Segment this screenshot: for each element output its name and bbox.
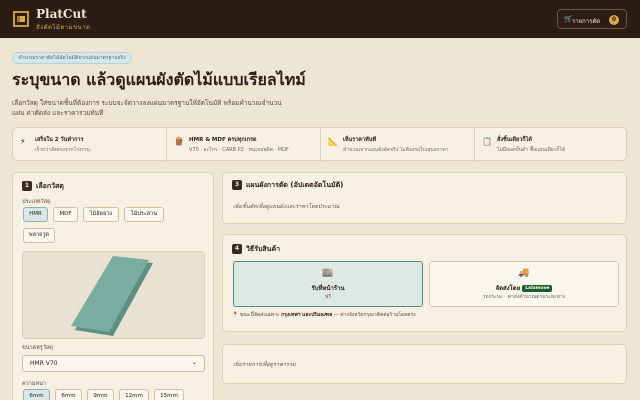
thickness-option[interactable]: 12mm bbox=[119, 389, 149, 400]
step-number: 3 bbox=[232, 180, 242, 190]
thickness-label: ความหนา bbox=[22, 381, 46, 387]
feature-title: สั่งชิ้นเดียวก็ได้ bbox=[497, 137, 532, 143]
cut-list-button[interactable]: 🛒 รายการตัด 0 bbox=[557, 9, 627, 29]
stack-icon: 🪵 bbox=[174, 137, 184, 146]
feature-desc: คำนวณจากแผนผังตัดจริง ไม่ต้องรอใบเสนอราค… bbox=[343, 147, 449, 153]
material-card: 1 เลือกวัสดุ ประเภทวัสดุ HMR MDF ไม้อัดย… bbox=[12, 172, 214, 400]
material-type-label: ประเภทวัสดุ bbox=[22, 199, 51, 205]
cut-layout-empty-note: เพิ่มชิ้นตัดเพื่อดูแผนผังและราคาโดยประมา… bbox=[233, 204, 340, 210]
lalamove-badge: Lalamove bbox=[522, 285, 553, 292]
feature-desc: V70 · อะไกร · CARB P2 · ทนเหลพลิต · MDF bbox=[189, 147, 289, 153]
pickup-price: ฟรี bbox=[324, 294, 332, 300]
delivery-title: วิธีรับสินค้า bbox=[246, 245, 281, 253]
material-grade-label: ขนาดหรูวัสดุ bbox=[22, 345, 53, 351]
features-strip: ⚡ เสร็จใน 2 วันทำการ เร็วกว่าสั่งตรงจากโ… bbox=[12, 127, 627, 162]
pin-icon: 📍 bbox=[232, 312, 239, 318]
cut-list-label: รายการตัด bbox=[572, 18, 601, 25]
material-grade-value: HMR V70 bbox=[30, 360, 58, 367]
delivery-option-sub: รถกระบะ · ค่าส่งคำนวณตามระยะทาง bbox=[482, 294, 566, 300]
delivery-option-label: จัดส่งโดย bbox=[495, 285, 521, 292]
chevron-down-icon: ⌄ bbox=[191, 359, 197, 366]
thickness-option[interactable]: 15mm bbox=[154, 389, 184, 400]
material-preview-image bbox=[22, 251, 205, 339]
truck-icon: 🚚 bbox=[518, 268, 530, 278]
thickness-option[interactable]: 6mm bbox=[23, 389, 50, 400]
note-prefix: ขณะนี้จัดส่งเฉพาะ bbox=[239, 312, 280, 318]
material-card-title: เลือกวัสดุ bbox=[36, 182, 64, 190]
step-number: 4 bbox=[232, 244, 242, 254]
feature-item: 📋 สั่งชิ้นเดียวก็ได้ ไม่มียอดขั้นต่ำ ซื้… bbox=[475, 128, 626, 162]
hero-pill: คำนวณราคาตัดไม้อัตโนมัติจากแผ่นมาตรฐานจร… bbox=[12, 52, 132, 64]
delivery-card: 4 วิธีรับสินค้า 🏬 รับที่หน้าร้าน ฟรี 🚚 จ… bbox=[222, 234, 627, 332]
platcut-logo-icon[interactable] bbox=[13, 11, 29, 27]
store-icon: 🏬 bbox=[322, 268, 334, 278]
delivery-option-title: จัดส่งโดย Lalamove bbox=[430, 283, 618, 293]
note-area: กรุงเทพฯ และปริมณฑล bbox=[281, 312, 333, 318]
summary-empty-note: เพิ่มรายการเพื่อดูราคารวม bbox=[233, 362, 296, 368]
material-type-plywood[interactable]: ไม้อัดยาง bbox=[83, 207, 119, 222]
thickness-option[interactable]: 6mm bbox=[55, 389, 82, 400]
note-suffix: — ต่างจังหวัดกรุณาติดต่อร้านโดยตรง bbox=[333, 312, 416, 318]
feature-item: 📐 เห็นราคาทันที คำนวณจากแผนผังตัดจริง ไม… bbox=[321, 128, 475, 162]
material-type-mdf[interactable]: MDF bbox=[53, 207, 78, 222]
feature-title: เสร็จใน 2 วันทำการ bbox=[35, 137, 84, 143]
feature-item: ⚡ เสร็จใน 2 วันทำการ เร็วกว่าสั่งตรงจากโ… bbox=[13, 128, 167, 162]
cut-list-count-badge: 0 bbox=[609, 15, 619, 25]
cut-layout-card: 3 แผนผังการตัด (อัปเดตอัตโนมัติ) เพิ่มชิ… bbox=[222, 172, 627, 224]
hero-subtitle: เลือกวัสดุ ใส่ขนาดชิ้นที่ต้องการ ระบบจะจ… bbox=[12, 99, 282, 117]
feature-title: HMR & MDF ครบทุกเกรด bbox=[189, 137, 257, 143]
page-title: ระบุขนาด แล้วดูแผนผังตัดไม้แบบเรียลไทม์ bbox=[12, 70, 306, 89]
cut-layout-title: แผนผังการตัด (อัปเดตอัตโนมัติ) bbox=[246, 181, 344, 189]
feature-desc: เร็วกว่าสั่งตรงจากโรงงาน bbox=[35, 147, 90, 153]
step-number: 1 bbox=[22, 181, 32, 191]
delivery-option[interactable]: 🚚 จัดส่งโดย Lalamove รถกระบะ · ค่าส่งคำนว… bbox=[429, 261, 619, 307]
material-board-illustration bbox=[71, 256, 153, 336]
pickup-option[interactable]: 🏬 รับที่หน้าร้าน ฟรี bbox=[233, 261, 423, 307]
brand-name[interactable]: PlatCut bbox=[36, 7, 87, 21]
brand-tagline: สั่งตัดไม้ตามขนาด bbox=[36, 24, 91, 31]
delivery-area-note: 📍 ขณะนี้จัดส่งเฉพาะ กรุงเทพฯ และปริมณฑล … bbox=[232, 311, 416, 319]
feature-desc: ไม่มียอดขั้นต่ำ ซื้อแผ่นเดียวก็ได้ bbox=[497, 147, 566, 153]
feature-title: เห็นราคาทันที bbox=[343, 137, 377, 143]
material-type-hmr[interactable]: HMR bbox=[23, 207, 48, 222]
bolt-icon: ⚡ bbox=[20, 137, 26, 146]
material-type-blockboard[interactable]: ไม้ประสาน bbox=[124, 207, 164, 222]
material-type-plywood-alt[interactable]: พลายวูด bbox=[23, 228, 55, 243]
ruler-icon: 📐 bbox=[328, 137, 338, 146]
pickup-title: รับที่หน้าร้าน bbox=[311, 285, 345, 292]
material-grade-select[interactable]: HMR V70 ⌄ bbox=[22, 355, 205, 372]
top-bar: PlatCut สั่งตัดไม้ตามขนาด 🛒 รายการตัด 0 bbox=[0, 0, 640, 38]
thickness-option[interactable]: 9mm bbox=[87, 389, 114, 400]
clipboard-icon: 📋 bbox=[482, 137, 492, 146]
feature-item: 🪵 HMR & MDF ครบทุกเกรด V70 · อะไกร · CAR… bbox=[167, 128, 321, 162]
summary-card: เพิ่มรายการเพื่อดูราคารวม bbox=[222, 344, 627, 384]
